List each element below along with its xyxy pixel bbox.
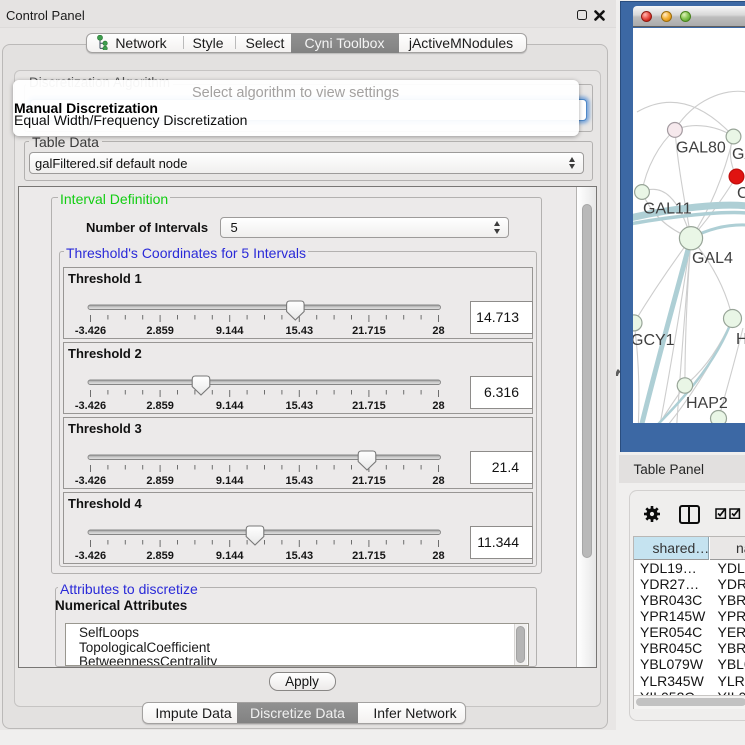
svg-text:28: 28 <box>432 475 444 487</box>
svg-text:GAL80: GAL80 <box>676 139 726 156</box>
svg-text:15.43: 15.43 <box>286 325 314 337</box>
svg-text:GAL4: GAL4 <box>692 250 733 267</box>
svg-text:-3.426: -3.426 <box>75 550 106 562</box>
svg-text:21.715: 21.715 <box>352 325 386 337</box>
svg-text:GAL11: GAL11 <box>643 200 692 217</box>
svg-text:28: 28 <box>432 400 444 412</box>
svg-text:15.43: 15.43 <box>286 400 314 412</box>
svg-text:9.144: 9.144 <box>216 475 244 487</box>
svg-text:28: 28 <box>432 550 444 562</box>
svg-text:H: H <box>736 331 745 348</box>
svg-text:C: C <box>737 185 745 202</box>
svg-text:HAP2: HAP2 <box>686 395 728 412</box>
svg-text:2.859: 2.859 <box>146 550 174 562</box>
svg-text:28: 28 <box>432 325 444 337</box>
svg-text:15.43: 15.43 <box>286 550 314 562</box>
svg-text:21.715: 21.715 <box>352 550 386 562</box>
svg-text:-3.426: -3.426 <box>75 400 106 412</box>
svg-text:21.715: 21.715 <box>352 400 386 412</box>
svg-text:2.859: 2.859 <box>146 400 174 412</box>
svg-text:21.715: 21.715 <box>352 475 386 487</box>
svg-text:9.144: 9.144 <box>216 400 244 412</box>
svg-text:2.859: 2.859 <box>146 325 174 337</box>
svg-text:GCY1: GCY1 <box>633 332 675 349</box>
svg-text:GA: GA <box>732 146 745 163</box>
svg-text:15.43: 15.43 <box>286 475 314 487</box>
svg-text:2.859: 2.859 <box>146 475 174 487</box>
svg-text:-3.426: -3.426 <box>75 475 106 487</box>
svg-text:-3.426: -3.426 <box>75 325 106 337</box>
svg-text:9.144: 9.144 <box>216 550 244 562</box>
svg-text:9.144: 9.144 <box>216 325 244 337</box>
